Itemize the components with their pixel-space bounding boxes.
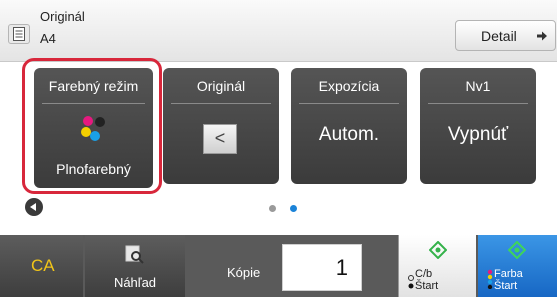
tile-divider bbox=[428, 103, 528, 104]
tile-value: Autom. bbox=[318, 124, 380, 145]
info-bar: Originál A4 Detail bbox=[0, 0, 557, 62]
tile-title: Nv1 bbox=[465, 78, 491, 94]
preview-magnifier-icon bbox=[125, 245, 145, 270]
tile-n-up[interactable]: Nv1 Vypnúť bbox=[420, 68, 536, 184]
copies-value: 1 bbox=[335, 255, 348, 280]
arrow-right-icon bbox=[536, 29, 548, 45]
document-icon bbox=[8, 24, 30, 44]
orientation-icon: < bbox=[203, 124, 237, 154]
copies-input[interactable]: 1 bbox=[282, 244, 362, 291]
original-label: Originál bbox=[40, 9, 85, 24]
tile-title: Originál bbox=[196, 78, 246, 94]
tile-value: Vypnúť bbox=[447, 124, 509, 145]
bw-start-line2: Štart bbox=[415, 280, 439, 292]
tile-value: Plnofarebný bbox=[56, 161, 131, 177]
detail-button[interactable]: Detail bbox=[455, 20, 556, 51]
orientation-glyph: < bbox=[214, 128, 226, 148]
color-start-line2: Štart bbox=[494, 280, 518, 292]
tile-title: Farebný režim bbox=[48, 78, 139, 94]
ca-label: CA bbox=[31, 256, 55, 275]
bw-start-button[interactable]: C/b Štart bbox=[398, 235, 476, 297]
cmyk-indicator-icon bbox=[487, 269, 493, 294]
tile-divider bbox=[299, 103, 399, 104]
start-diamond-icon bbox=[507, 240, 527, 264]
preview-button[interactable]: Náhľad bbox=[85, 235, 185, 297]
tile-color-mode[interactable]: Farebný režim Plnofarebný bbox=[34, 68, 153, 188]
tile-divider bbox=[42, 103, 145, 104]
bw-indicator-icon bbox=[407, 275, 415, 294]
chevron-left-icon[interactable] bbox=[25, 198, 43, 216]
start-diamond-icon bbox=[428, 240, 448, 264]
color-start-line1: Farba bbox=[494, 268, 523, 280]
tile-exposure[interactable]: Expozícia Autom. bbox=[291, 68, 407, 184]
ca-button[interactable]: CA bbox=[0, 235, 83, 297]
page-indicator-dot-active bbox=[290, 205, 297, 212]
tile-original[interactable]: Originál < bbox=[163, 68, 279, 184]
original-size: A4 bbox=[40, 31, 56, 46]
color-start-button[interactable]: Farba Štart bbox=[478, 235, 557, 297]
detail-button-label: Detail bbox=[481, 28, 517, 44]
tile-divider bbox=[171, 103, 271, 104]
preview-label: Náhľad bbox=[113, 275, 157, 290]
cmyk-dots-icon bbox=[80, 114, 108, 147]
tile-title: Expozícia bbox=[318, 78, 380, 94]
page-indicator-dot bbox=[269, 205, 276, 212]
bw-start-line1: C/b bbox=[415, 268, 433, 280]
copies-label: Kópie bbox=[227, 265, 261, 280]
